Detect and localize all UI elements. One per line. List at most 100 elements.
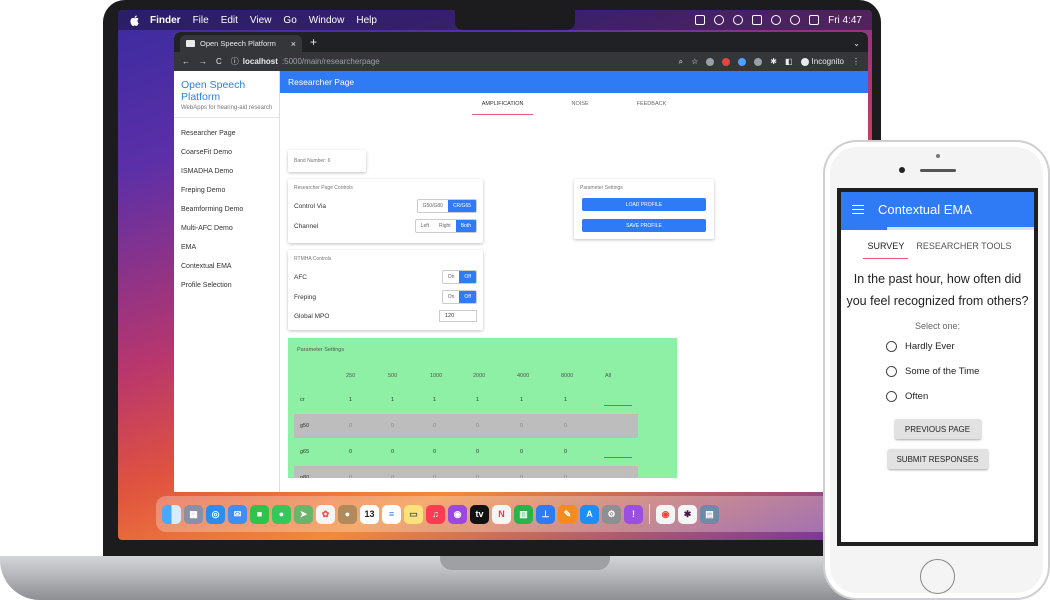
- back-icon[interactable]: ←: [182, 57, 190, 66]
- option-often[interactable]: Often: [886, 384, 1034, 409]
- table-cell[interactable]: 0: [433, 449, 436, 455]
- previous-page-button[interactable]: PREVIOUS PAGE: [894, 419, 981, 439]
- menu-kebab-icon[interactable]: ⋮: [852, 57, 860, 66]
- search-icon[interactable]: [790, 15, 801, 25]
- tab-researcher-tools[interactable]: RESEARCHER TOOLS: [916, 241, 1011, 259]
- notes-icon[interactable]: ▭: [404, 504, 423, 524]
- table-cell[interactable]: 1: [349, 397, 352, 403]
- menubar-clock[interactable]: Fri 4:47: [828, 15, 862, 26]
- table-cell[interactable]: 0: [349, 449, 352, 455]
- bookmark-star-icon[interactable]: ☆: [691, 57, 698, 66]
- chrome-icon[interactable]: ◉: [656, 504, 675, 524]
- numbers-icon[interactable]: ▥: [514, 504, 533, 524]
- new-tab-button[interactable]: +: [310, 35, 317, 49]
- table-cell[interactable]: 1: [520, 397, 523, 403]
- extension-icon[interactable]: [706, 57, 715, 66]
- extension-icon[interactable]: [738, 57, 747, 66]
- nav-beamforming-demo[interactable]: Beamforming Demo: [174, 200, 279, 219]
- facetime-icon[interactable]: ■: [250, 504, 269, 524]
- reminders-icon[interactable]: ≡: [382, 504, 401, 524]
- keynote-icon[interactable]: ⊥: [536, 504, 555, 524]
- nav-multi-afc-demo[interactable]: Multi-AFC Demo: [174, 219, 279, 238]
- nav-contextual-ema[interactable]: Contextual EMA: [174, 257, 279, 276]
- table-cell[interactable]: 0: [520, 449, 523, 455]
- afc-on[interactable]: On: [443, 271, 460, 283]
- wifi-icon[interactable]: [771, 15, 782, 25]
- tv-icon[interactable]: tv: [470, 504, 489, 524]
- reload-icon[interactable]: C: [216, 57, 222, 66]
- control-via-crg65[interactable]: CR/G65: [447, 200, 476, 212]
- nav-researcher-page[interactable]: Researcher Page: [174, 124, 279, 143]
- radio-icon[interactable]: [886, 366, 897, 377]
- tab-feedback[interactable]: FEEDBACK: [627, 97, 677, 115]
- radio-icon[interactable]: [886, 341, 897, 352]
- apple-icon[interactable]: [128, 13, 142, 27]
- load-profile-button[interactable]: LOAD PROFILE: [582, 198, 706, 211]
- mail-icon[interactable]: ✉: [228, 504, 247, 524]
- extensions-puzzle-icon[interactable]: ✱: [770, 57, 777, 66]
- pages-icon[interactable]: ✎: [558, 504, 577, 524]
- calendar-icon[interactable]: 13: [360, 504, 379, 524]
- maps-icon[interactable]: ➤: [294, 504, 313, 524]
- radio-icon[interactable]: [886, 391, 897, 402]
- tab-noise[interactable]: NOISE: [561, 97, 598, 115]
- finder-icon[interactable]: [162, 504, 181, 524]
- nav-coarsefit-demo[interactable]: CoarseFit Demo: [174, 143, 279, 162]
- preview-icon[interactable]: ▤: [700, 504, 719, 524]
- channel-both[interactable]: Both: [455, 220, 476, 232]
- menu-edit[interactable]: Edit: [221, 15, 238, 26]
- table-cell[interactable]: 1: [433, 397, 436, 403]
- menu-file[interactable]: File: [193, 15, 209, 26]
- tab-close-icon[interactable]: ×: [291, 39, 296, 49]
- feedback-icon[interactable]: !: [624, 504, 643, 524]
- browser-tab[interactable]: Open Speech Platform ×: [180, 35, 302, 52]
- control-center-icon[interactable]: [809, 15, 820, 25]
- sidepanel-icon[interactable]: ◧: [785, 57, 793, 66]
- time-machine-icon[interactable]: [714, 15, 725, 25]
- menu-go[interactable]: Go: [283, 15, 296, 26]
- all-input[interactable]: [604, 405, 632, 406]
- tab-amplification[interactable]: AMPLIFICATION: [471, 97, 534, 115]
- channel-left[interactable]: Left: [416, 220, 434, 232]
- contacts-icon[interactable]: ●: [338, 504, 357, 524]
- phone-home-button[interactable]: [920, 559, 955, 594]
- nav-ismadha-demo[interactable]: ISMADHA Demo: [174, 162, 279, 181]
- freping-on[interactable]: On: [443, 291, 460, 303]
- table-cell[interactable]: 0: [564, 449, 567, 455]
- podcasts-icon[interactable]: ◉: [448, 504, 467, 524]
- screen-icon[interactable]: [695, 15, 706, 25]
- freping-off[interactable]: Off: [459, 291, 476, 303]
- vpn-icon[interactable]: [733, 15, 744, 25]
- app-store-icon[interactable]: A: [580, 504, 599, 524]
- menu-help[interactable]: Help: [356, 15, 377, 26]
- tab-search-chevron-icon[interactable]: ⌄: [853, 39, 860, 48]
- forward-icon[interactable]: →: [199, 57, 207, 66]
- menu-finder[interactable]: Finder: [150, 15, 181, 26]
- option-some-of-the-time[interactable]: Some of the Time: [886, 359, 1034, 384]
- table-cell[interactable]: 0: [476, 449, 479, 455]
- menu-view[interactable]: View: [250, 15, 272, 26]
- hamburger-menu-icon[interactable]: [852, 202, 864, 216]
- menu-window[interactable]: Window: [309, 15, 345, 26]
- launchpad-icon[interactable]: ▦: [184, 504, 203, 524]
- option-hardly-ever[interactable]: Hardly Ever: [886, 334, 1034, 359]
- table-cell[interactable]: 1: [391, 397, 394, 403]
- news-icon[interactable]: N: [492, 504, 511, 524]
- channel-right[interactable]: Right: [434, 220, 456, 232]
- global-mpo-input[interactable]: 120: [439, 310, 477, 322]
- incognito-badge[interactable]: Incognito: [800, 57, 844, 66]
- nav-profile-selection[interactable]: Profile Selection: [174, 276, 279, 295]
- photos-icon[interactable]: ✿: [316, 504, 335, 524]
- extension-icon[interactable]: [722, 57, 731, 66]
- music-icon[interactable]: ♫: [426, 504, 445, 524]
- save-profile-button[interactable]: SAVE PROFILE: [582, 219, 706, 232]
- messages-icon[interactable]: ●: [272, 504, 291, 524]
- control-via-g50g80[interactable]: G50/G80: [418, 200, 448, 212]
- all-input[interactable]: [604, 457, 632, 458]
- extension-icon[interactable]: [754, 57, 763, 66]
- table-cell[interactable]: 0: [391, 449, 394, 455]
- nav-freping-demo[interactable]: Freping Demo: [174, 181, 279, 200]
- submit-responses-button[interactable]: SUBMIT RESPONSES: [887, 449, 988, 469]
- table-cell[interactable]: 1: [564, 397, 567, 403]
- system-preferences-icon[interactable]: ⚙: [602, 504, 621, 524]
